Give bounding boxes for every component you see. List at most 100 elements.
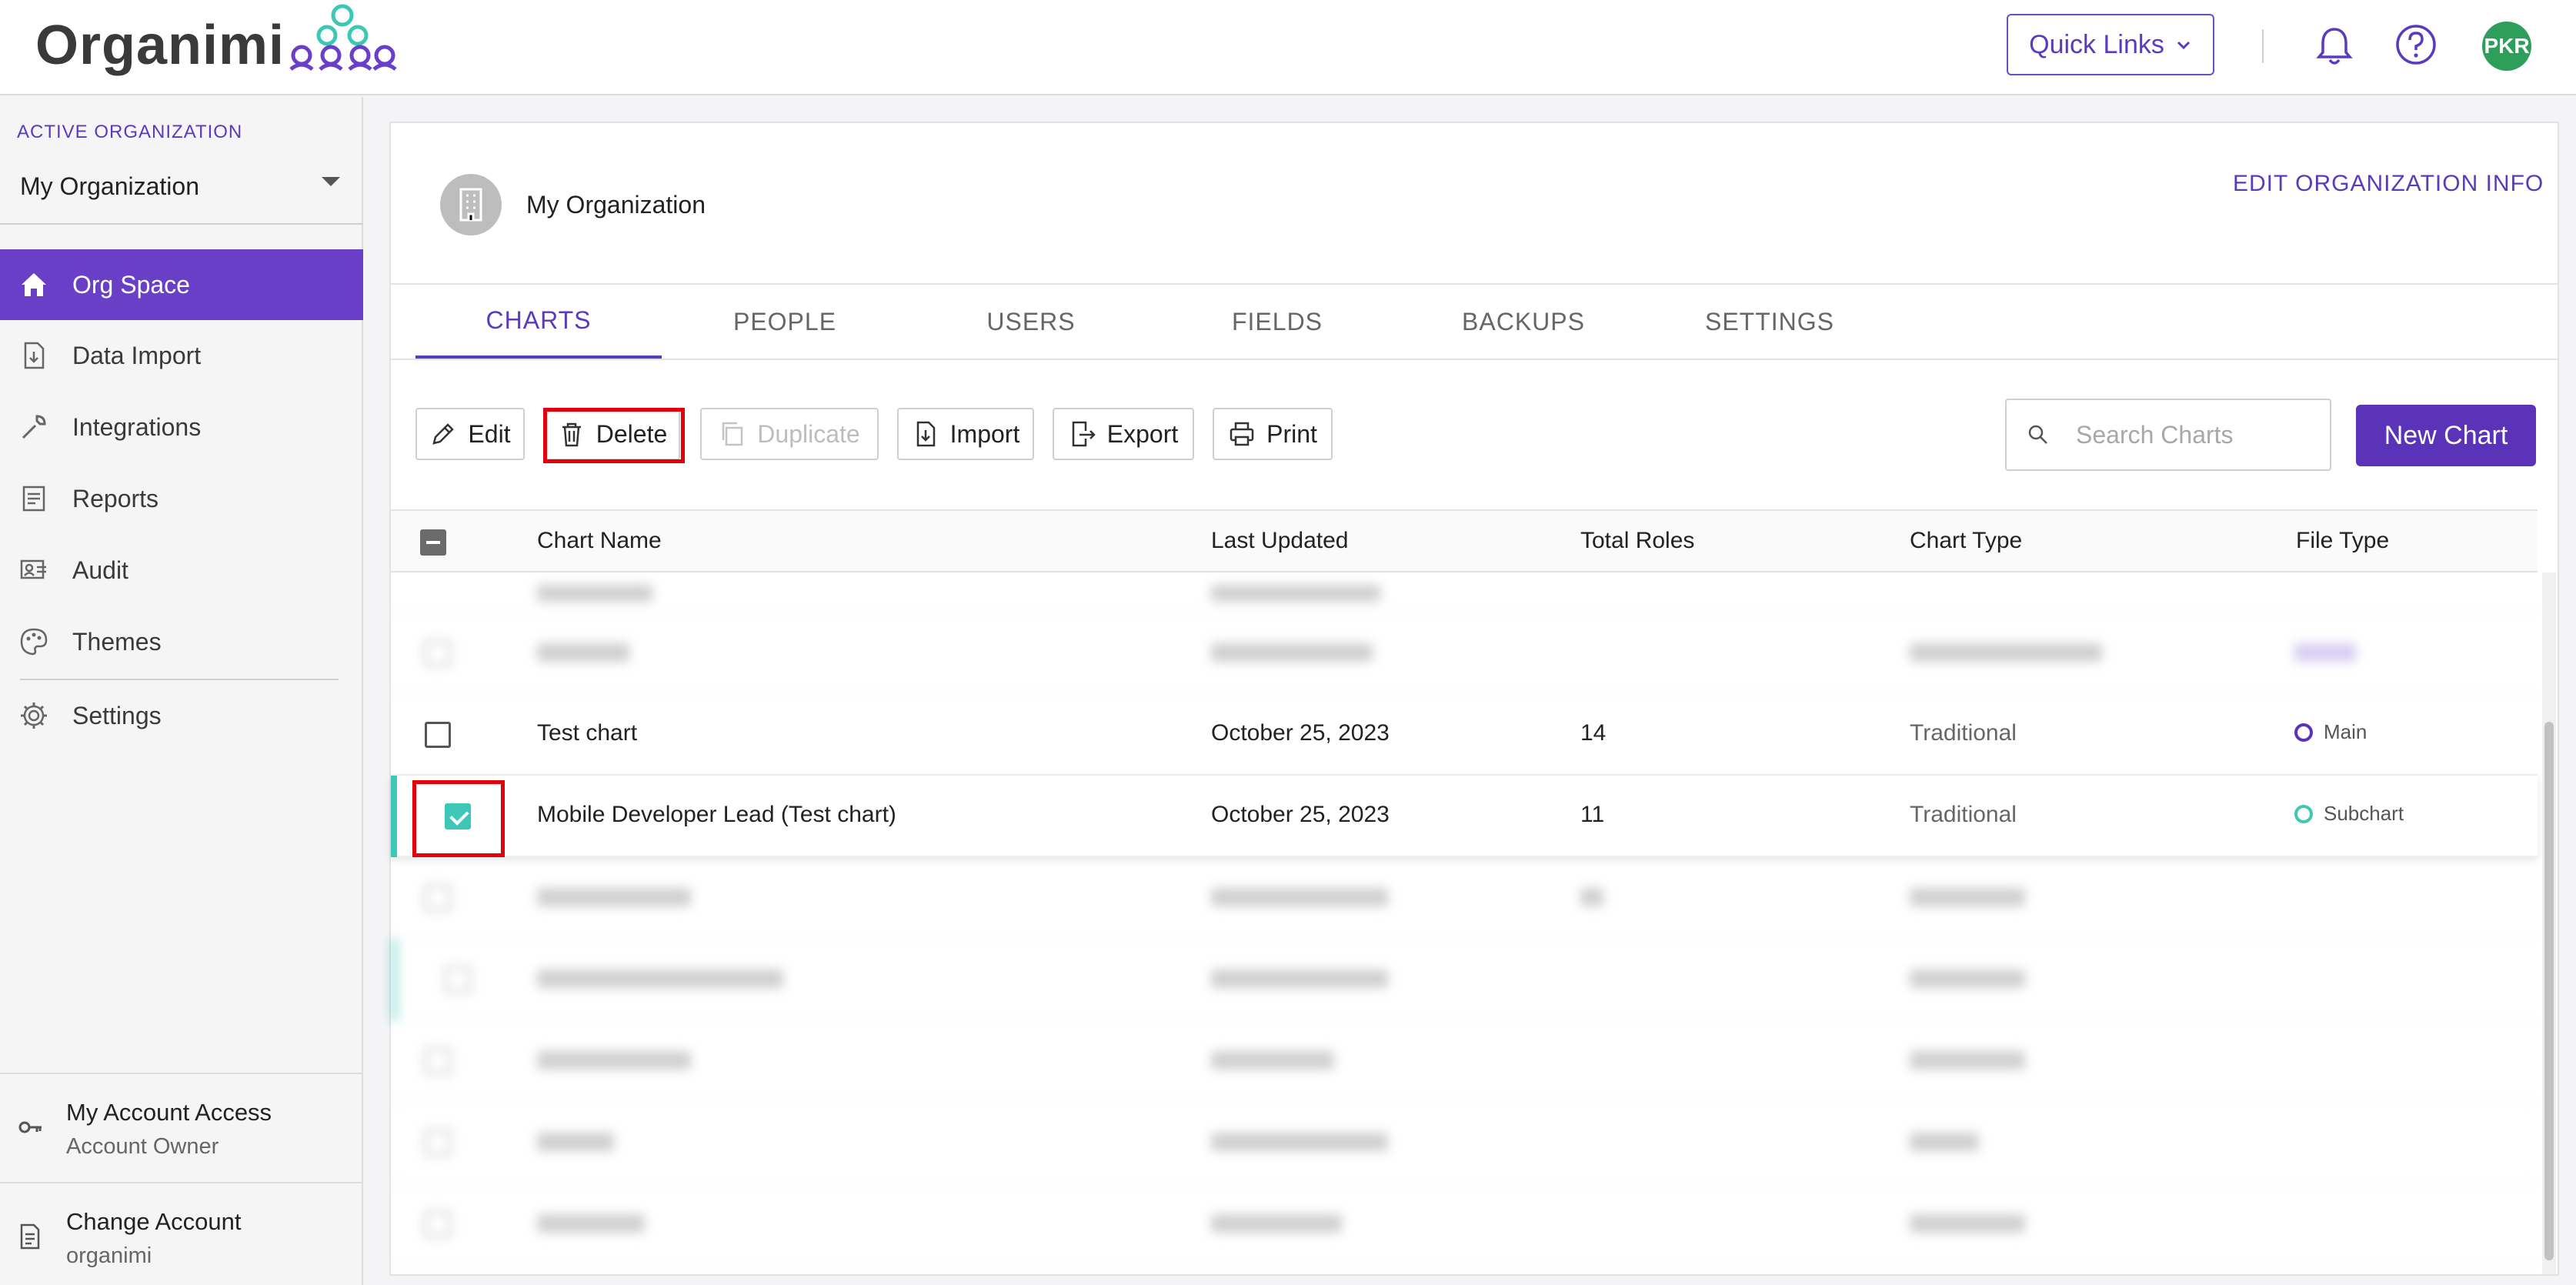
quick-links-label: Quick Links [2029, 29, 2164, 59]
row-checkbox-checked[interactable] [445, 803, 471, 829]
import-button[interactable]: Import [897, 408, 1034, 460]
gear-icon [21, 703, 47, 729]
import-label: Import [949, 419, 1020, 448]
print-label: Print [1266, 419, 1317, 448]
delete-label: Delete [596, 419, 668, 448]
report-icon [22, 486, 45, 512]
column-header-file-type[interactable]: File Type [2296, 528, 2389, 554]
chart-type-cell: Traditional [1910, 720, 2017, 746]
sidebar-item-reports[interactable]: Reports [0, 463, 363, 534]
user-avatar[interactable]: PKR [2482, 22, 2531, 71]
sidebar-item-integrations[interactable]: Integrations [0, 392, 363, 462]
table-row-blurred [391, 612, 2538, 694]
quick-links-button[interactable]: Quick Links [2007, 14, 2214, 75]
table-header: Chart Name Last Updated Total Roles Char… [391, 509, 2538, 572]
edit-button[interactable]: Edit [415, 408, 525, 460]
sidebar-item-label: Audit [72, 556, 128, 584]
sidebar-item-label: Org Space [72, 270, 190, 299]
last-updated-cell: October 25, 2023 [1211, 802, 1390, 827]
last-updated-cell: October 25, 2023 [1211, 720, 1390, 746]
tab-charts[interactable]: CHARTS [415, 285, 662, 359]
chart-type-cell: Traditional [1910, 802, 2017, 827]
organimi-logo-icon [289, 4, 397, 71]
caret-down-icon[interactable] [322, 177, 340, 186]
edit-organization-info-link[interactable]: EDIT ORGANIZATION INFO [2233, 171, 2544, 197]
table-row-blurred [391, 1183, 2538, 1265]
column-header-chart-name[interactable]: Chart Name [537, 528, 662, 554]
wrench-icon [22, 415, 46, 439]
select-all-checkbox[interactable] [420, 529, 446, 556]
file-import-icon [916, 421, 935, 447]
print-button[interactable]: Print [1213, 408, 1333, 460]
export-button[interactable]: Export [1053, 408, 1194, 460]
chart-name-cell[interactable]: Test chart [537, 720, 637, 746]
home-icon [22, 273, 46, 296]
key-icon [18, 1121, 42, 1133]
sidebar: ACTIVE ORGANIZATION My Organization Org … [0, 97, 363, 1285]
bell-icon[interactable] [2314, 25, 2354, 68]
duplicate-button[interactable]: Duplicate [700, 408, 879, 460]
divider [391, 359, 2558, 360]
table-row[interactable]: Test chart October 25, 2023 14 Tradition… [391, 694, 2538, 776]
new-chart-button[interactable]: New Chart [2356, 405, 2536, 466]
chart-name-cell[interactable]: Mobile Developer Lead (Test chart) [537, 802, 896, 828]
pencil-icon [432, 423, 455, 445]
tab-backups[interactable]: BACKUPS [1400, 285, 1647, 359]
delete-button[interactable]: Delete [545, 408, 680, 460]
file-type-cell: Main [2294, 720, 2367, 744]
divider [0, 223, 363, 225]
column-header-last-updated[interactable]: Last Updated [1211, 528, 1348, 554]
top-bar: Organimi Quick Links PKR [0, 0, 2576, 95]
row-checkbox[interactable] [425, 722, 451, 748]
sidebar-item-label: Themes [72, 627, 162, 656]
app-logo-text[interactable]: Organimi [35, 14, 285, 77]
tab-settings[interactable]: SETTINGS [1647, 285, 1893, 359]
tab-fields[interactable]: FIELDS [1154, 285, 1400, 359]
edit-label: Edit [468, 419, 511, 448]
account-access-item[interactable]: My Account Access Account Owner [0, 1076, 363, 1183]
sidebar-item-themes[interactable]: Themes [0, 606, 363, 677]
tab-users[interactable]: USERS [908, 285, 1154, 359]
account-access-role: Account Owner [66, 1134, 219, 1159]
tab-people[interactable]: PEOPLE [662, 285, 908, 359]
org-select[interactable]: My Organization [20, 172, 199, 201]
org-name: My Organization [526, 191, 706, 219]
sidebar-item-org-space[interactable]: Org Space [0, 249, 363, 320]
table-row-blurred [391, 1020, 2538, 1102]
org-avatar [440, 174, 502, 235]
main-file-indicator-icon [2294, 723, 2313, 742]
change-account-item[interactable]: Change Account organimi [0, 1185, 363, 1285]
file-type-label: Subchart [2324, 802, 2404, 825]
building-icon [459, 188, 482, 222]
change-account-name: organimi [66, 1243, 152, 1268]
account-access-title: My Account Access [66, 1099, 272, 1126]
divider [0, 1182, 363, 1183]
table-row-blurred [391, 574, 2538, 612]
search-input[interactable] [2076, 412, 2322, 458]
column-header-total-roles[interactable]: Total Roles [1580, 528, 1694, 554]
sidebar-item-settings[interactable]: Settings [0, 680, 363, 751]
sidebar-item-audit[interactable]: Audit [0, 535, 363, 606]
sidebar-item-label: Integrations [72, 412, 202, 441]
scrollbar-thumb[interactable] [2544, 722, 2554, 1260]
chevron-down-icon [2177, 41, 2190, 50]
table-row-blurred [391, 939, 2538, 1020]
sidebar-item-label: Settings [72, 701, 162, 729]
sidebar-item-data-import[interactable]: Data Import [0, 320, 363, 391]
active-org-label: ACTIVE ORGANIZATION [17, 122, 243, 142]
search-box[interactable] [2005, 399, 2331, 471]
duplicate-label: Duplicate [757, 419, 860, 448]
palette-icon [20, 628, 48, 656]
divider [0, 1073, 363, 1074]
export-label: Export [1106, 419, 1179, 448]
topbar-divider [2262, 29, 2264, 63]
total-roles-cell: 11 [1580, 802, 1605, 827]
sidebar-item-label: Reports [72, 484, 159, 512]
search-icon [2028, 425, 2047, 444]
copy-icon [722, 422, 743, 446]
table-row-selected[interactable]: Mobile Developer Lead (Test chart) Octob… [391, 776, 2538, 857]
help-icon[interactable] [2394, 23, 2438, 66]
audit-icon [20, 559, 46, 579]
subchart-file-indicator-icon [2294, 804, 2313, 823]
column-header-chart-type[interactable]: Chart Type [1910, 528, 2022, 554]
